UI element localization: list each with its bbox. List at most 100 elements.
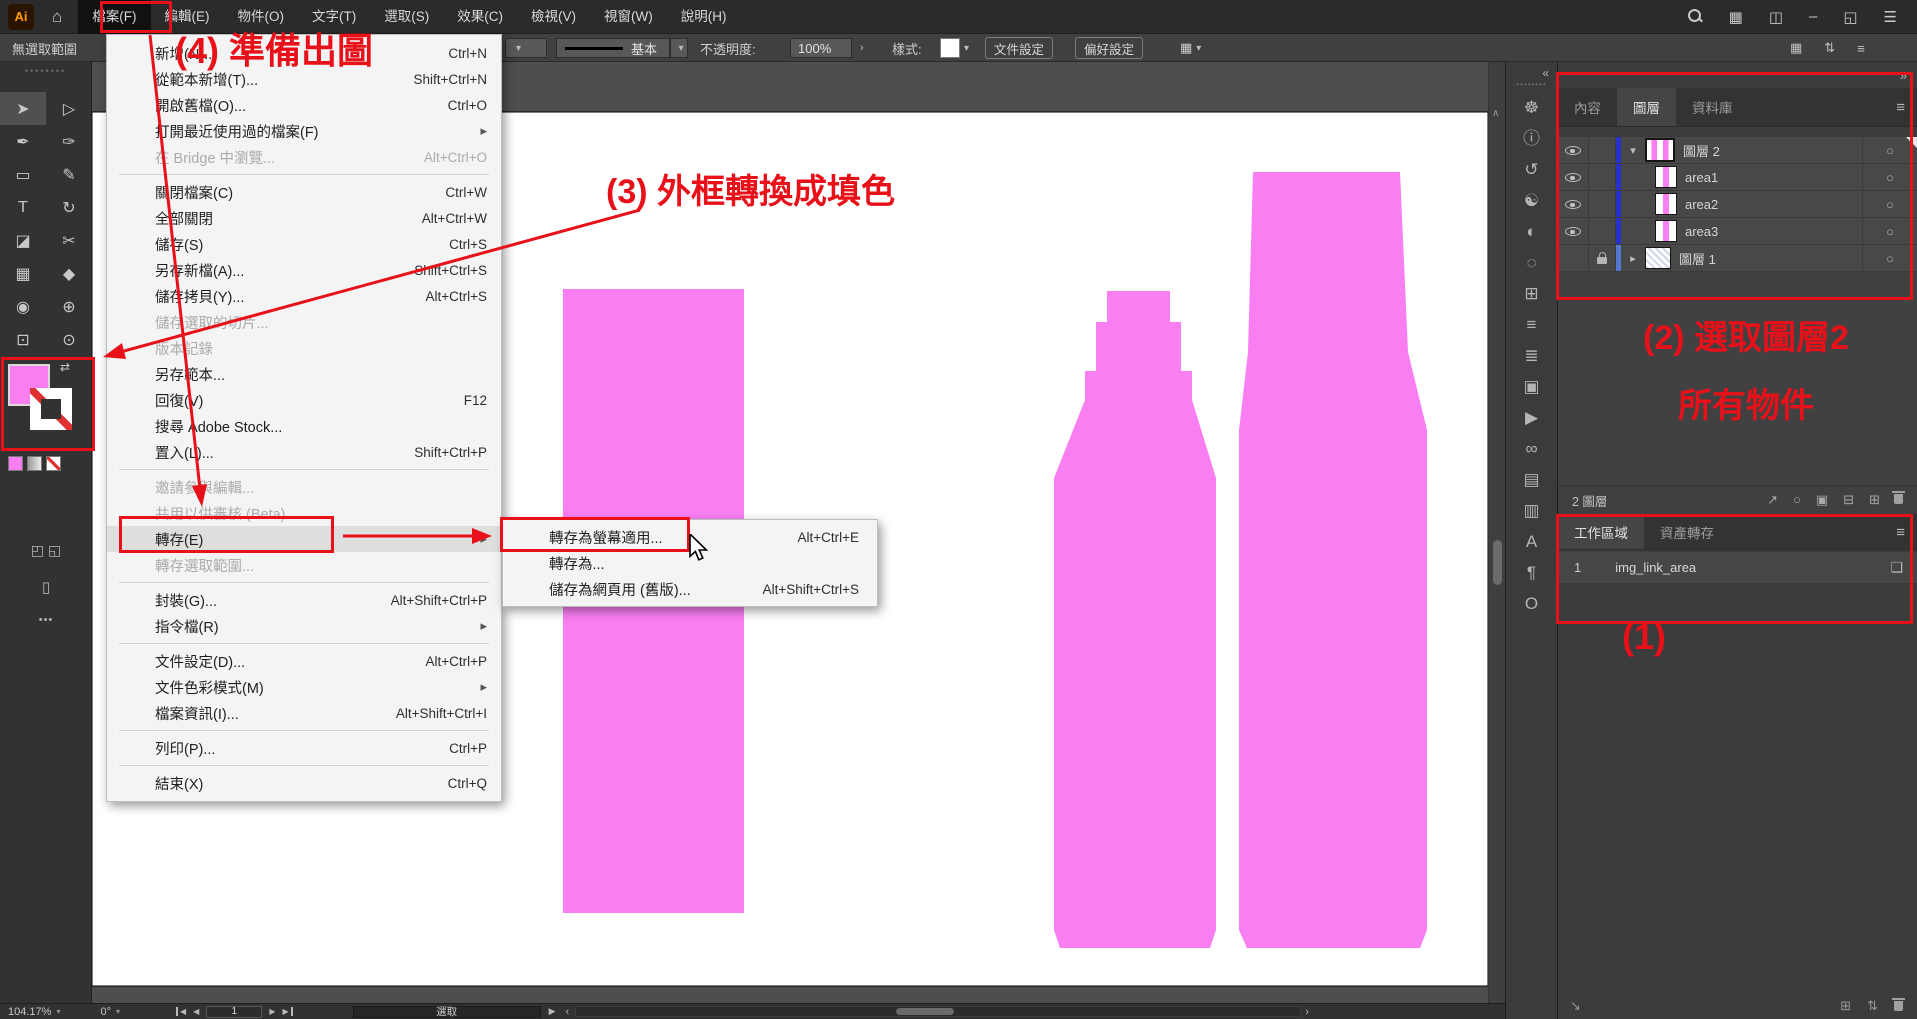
file-menu-item[interactable]: 回復(V) F12 [107, 387, 501, 413]
layer-row-area3[interactable]: area3 ○ [1558, 218, 1917, 245]
new-artboard-icon[interactable]: ⊞ [1840, 998, 1851, 1014]
style-caret[interactable]: ▾ [964, 43, 969, 54]
lock-toggle[interactable] [1589, 137, 1616, 163]
target-circle-icon[interactable]: ○ [1862, 137, 1917, 163]
rectangle-tool[interactable]: ▭ [0, 158, 46, 191]
target-circle-icon[interactable]: ○ [1862, 218, 1917, 244]
file-menu-item[interactable]: 另存範本... [107, 361, 501, 387]
color-guide-panel-icon[interactable]: ◐ [1526, 223, 1536, 240]
artboard-panel-menu-icon[interactable]: ≡ [1896, 515, 1917, 549]
blend-tool[interactable]: ◉ [0, 290, 46, 323]
export-layer-icon[interactable]: ↗ [1767, 492, 1778, 508]
file-menu-item[interactable]: 儲存(S) Ctrl+S [107, 231, 501, 257]
last-artboard-icon[interactable]: ▶ [282, 1007, 292, 1016]
preferences-button[interactable]: 偏好設定 [1075, 37, 1143, 59]
lock-toggle[interactable] [1589, 245, 1616, 271]
stroke-weight-field[interactable]: ▾ [505, 38, 547, 58]
horizontal-scrollbar[interactable] [575, 1006, 1301, 1017]
scroll-left-icon[interactable]: ‹ [566, 1006, 570, 1018]
info-panel-icon[interactable]: ⓘ [1523, 130, 1540, 147]
eyedropper-tool[interactable]: ◆ [46, 257, 92, 290]
new-layer-icon[interactable]: ⊞ [1869, 492, 1880, 508]
object-thumbnail[interactable] [1655, 220, 1677, 242]
grid-options-icon[interactable]: ▦ [1790, 40, 1802, 56]
stroke-style-dropdown[interactable]: 基本 [556, 38, 670, 58]
pen-tool[interactable]: ✒ [0, 125, 46, 158]
character-panel-icon[interactable]: A [1526, 533, 1537, 550]
file-menu-item[interactable]: 共用以供審核 (Beta)... [107, 500, 501, 526]
minimize-icon[interactable]: – [1809, 8, 1817, 25]
file-menu-item[interactable]: 另存新檔(A)... Shift+Ctrl+S [107, 257, 501, 283]
visibility-toggle[interactable] [1558, 245, 1589, 271]
shape-builder-tool[interactable]: ▦ [0, 257, 46, 290]
layer-name[interactable]: 圖層 2 [1683, 141, 1720, 160]
shape-bottle-right[interactable] [1239, 172, 1427, 948]
file-menu-item[interactable]: 在 Bridge 中瀏覽... Alt+Ctrl+O [107, 144, 501, 170]
zoom-tool[interactable]: ⊙ [46, 323, 92, 356]
color-panel-icon[interactable]: ☯ [1524, 192, 1539, 209]
home-icon[interactable]: ⌂ [52, 7, 62, 27]
scroll-up-icon[interactable]: ∧ [1492, 108, 1499, 119]
file-menu-item[interactable]: 文件色彩模式(M) ▸ [107, 674, 501, 700]
first-artboard-icon[interactable]: ◀ [176, 1007, 186, 1016]
layer-thumbnail[interactable] [1645, 138, 1675, 162]
export-submenu-item[interactable]: 轉存為螢幕適用... Alt+Ctrl+E [503, 524, 877, 550]
paintbrush-tool[interactable]: ✑ [46, 125, 92, 158]
file-menu-item[interactable]: 打開最近使用過的檔案(F) ▸ [107, 118, 501, 144]
change-screen-mode-icon[interactable]: ▯ [42, 579, 50, 596]
swap-fill-stroke-icon[interactable]: ⇄ [60, 360, 70, 374]
pencil-tool[interactable]: ✎ [46, 158, 92, 191]
color-mode-swatch[interactable] [8, 456, 23, 471]
rotation-dropdown[interactable]: 0° ▾ [100, 1004, 120, 1019]
app-menu-icon[interactable]: ☰ [1884, 8, 1897, 26]
swatches-panel-icon[interactable]: ⊞ [1524, 285, 1538, 302]
stroke-color-swatch[interactable] [30, 388, 72, 430]
delete-layer-icon[interactable] [1894, 494, 1903, 504]
stroke-style-caret[interactable]: ▾ [670, 38, 688, 58]
next-artboard-icon[interactable]: ▶ [269, 1007, 275, 1016]
file-menu-item[interactable]: 轉存(E) ▸ [107, 526, 501, 552]
none-mode-swatch[interactable] [46, 456, 61, 471]
toolbar-grip[interactable]: •••••••• [0, 62, 91, 76]
version-history-icon[interactable]: ↺ [1524, 161, 1538, 178]
file-menu-item[interactable]: 指令檔(R) ▸ [107, 613, 501, 639]
dock-grip[interactable]: •••••••• [1506, 80, 1557, 89]
illustrator-logo[interactable]: Ai [8, 4, 34, 30]
object-thumbnail[interactable] [1655, 193, 1677, 215]
object-name[interactable]: area3 [1685, 224, 1718, 239]
file-menu-item[interactable]: 列印(P)... Ctrl+P [107, 735, 501, 761]
actions-panel-icon[interactable]: ▶ [1525, 409, 1538, 426]
file-menu-item[interactable]: 檔案資訊(I)... Alt+Shift+Ctrl+I [107, 700, 501, 726]
target-circle-icon[interactable]: ○ [1862, 191, 1917, 217]
file-menu-item[interactable]: 搜尋 Adobe Stock... [107, 413, 501, 439]
object-name[interactable]: area2 [1685, 197, 1718, 212]
arrange-documents-icon[interactable]: ◫ [1769, 8, 1783, 26]
export-submenu-item[interactable]: 轉存為... [503, 550, 877, 576]
target-circle-icon[interactable]: ○ [1862, 164, 1917, 190]
align-panel-icon[interactable]: ≣ [1524, 347, 1538, 364]
gradient-mode-swatch[interactable] [27, 456, 42, 471]
hand-tool[interactable]: ⊕ [46, 290, 92, 323]
paragraph-panel-icon[interactable]: ¶ [1527, 564, 1536, 581]
lock-toggle[interactable] [1589, 218, 1616, 244]
locate-object-icon[interactable]: ○ [1793, 492, 1801, 508]
artboard-number-field[interactable]: 1 [206, 1006, 262, 1018]
layer-row-area1[interactable]: area1 ○ [1558, 164, 1917, 191]
file-menu-item[interactable]: 儲存拷貝(Y)... Alt+Ctrl+S [107, 283, 501, 309]
style-swatch[interactable] [940, 38, 960, 58]
visibility-toggle[interactable] [1558, 164, 1589, 190]
visibility-toggle[interactable] [1558, 218, 1589, 244]
flow-options-icon[interactable]: ⇅ [1824, 40, 1835, 56]
scissors-tool[interactable]: ✂ [46, 224, 92, 257]
transform-panel-icon[interactable]: ▣ [1523, 378, 1539, 395]
previous-artboard-icon[interactable]: ◀ [193, 1007, 199, 1016]
tab-libraries[interactable]: 資料庫 [1676, 88, 1749, 126]
layer-row-layer2[interactable]: ▾ 圖層 2 ○ [1558, 137, 1917, 164]
layer-thumbnail[interactable] [1645, 247, 1671, 269]
horizontal-scroll-thumb[interactable] [896, 1008, 954, 1015]
file-menu-item[interactable]: 開啟舊檔(O)... Ctrl+O [107, 92, 501, 118]
document-setup-button[interactable]: 文件設定 [985, 37, 1053, 59]
selection-tool[interactable]: ➤ [0, 92, 46, 125]
workspace-switcher-icon[interactable]: ▦ [1729, 8, 1743, 26]
menu-help[interactable]: 說明(H) [667, 0, 741, 34]
